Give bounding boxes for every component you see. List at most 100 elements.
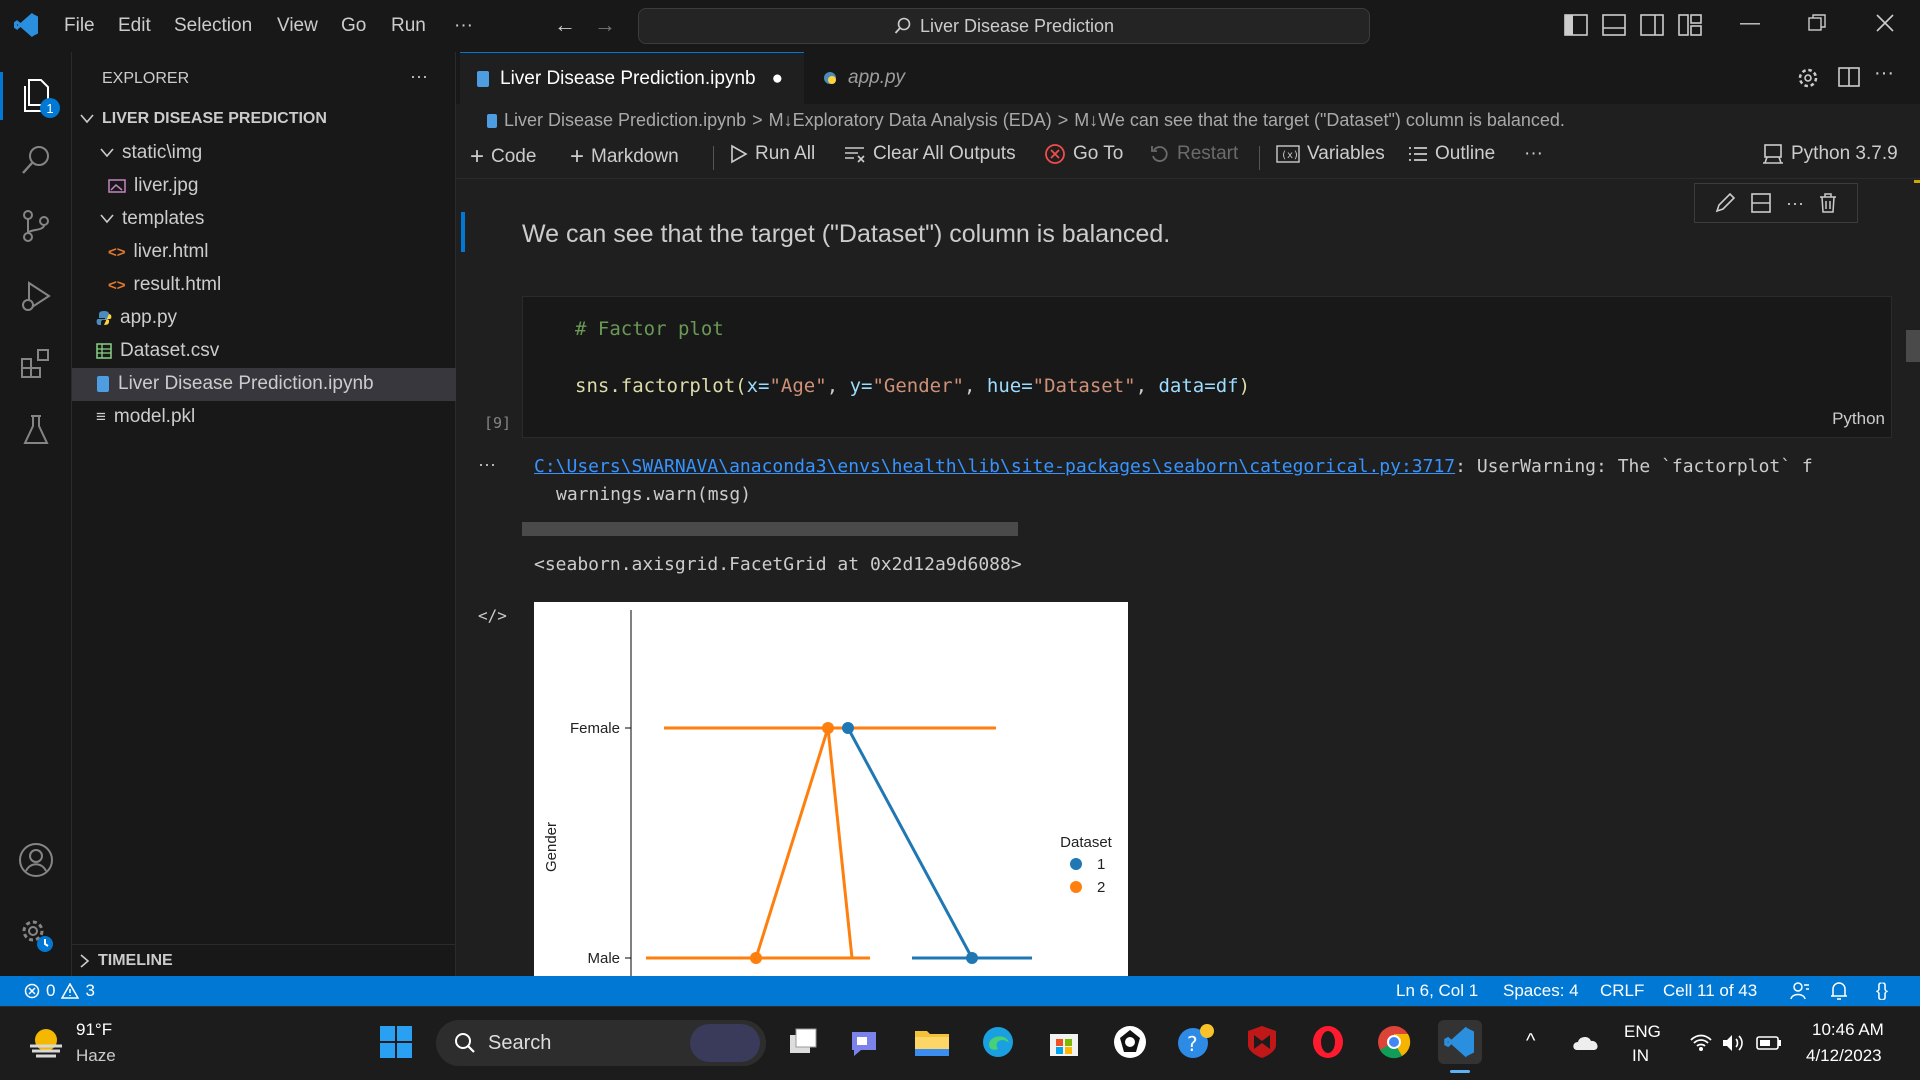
- help-tips-icon[interactable]: ?: [1174, 1020, 1218, 1064]
- breadcrumb-cell[interactable]: M↓We can see that the target ("Dataset")…: [1074, 110, 1565, 131]
- cell-position[interactable]: Cell 11 of 43: [1663, 981, 1757, 1001]
- input-language[interactable]: ENG: [1624, 1022, 1661, 1042]
- windows-start-icon[interactable]: [374, 1020, 418, 1064]
- braces-icon[interactable]: {}: [1876, 980, 1888, 1001]
- cell-more-icon[interactable]: ···: [1786, 193, 1804, 214]
- opera-icon[interactable]: [1306, 1020, 1350, 1064]
- markdown-text[interactable]: We can see that the target ("Dataset") c…: [522, 220, 1170, 249]
- weather-sun-icon[interactable]: [26, 1022, 66, 1062]
- toggle-primary-sidebar-icon[interactable]: [1564, 14, 1588, 36]
- extensions-icon[interactable]: [14, 342, 58, 386]
- toggle-secondary-sidebar-icon[interactable]: [1640, 14, 1664, 36]
- code-punct: ,: [963, 375, 987, 397]
- tab-app-py[interactable]: app.py: [806, 52, 982, 104]
- delete-trash-icon[interactable]: [1818, 192, 1838, 214]
- variables-button[interactable]: (x) Variables: [1276, 143, 1385, 165]
- vscode-taskbar-icon[interactable]: [1438, 1020, 1482, 1064]
- file-explorer-icon[interactable]: [910, 1020, 954, 1064]
- tree-item-model-pkl[interactable]: ≡ model.pkl: [96, 406, 195, 428]
- chevron-up-icon[interactable]: ^: [1526, 1030, 1535, 1053]
- mcafee-icon[interactable]: [1240, 1020, 1284, 1064]
- accounts-icon[interactable]: [14, 838, 58, 882]
- windows-taskbar: [0, 1006, 1920, 1080]
- close-icon[interactable]: [1876, 14, 1894, 32]
- edge-browser-icon[interactable]: [976, 1020, 1020, 1064]
- line-endings[interactable]: CRLF: [1600, 981, 1644, 1001]
- add-code-cell-button[interactable]: + Code: [470, 143, 536, 171]
- tree-item-dataset-csv[interactable]: Dataset.csv: [96, 340, 219, 362]
- taskbar-search[interactable]: Search: [436, 1020, 766, 1066]
- output-mime-icon[interactable]: </>: [478, 606, 507, 625]
- tree-item-notebook[interactable]: Liver Disease Prediction.ipynb: [96, 373, 374, 395]
- notification-bell-icon[interactable]: [1830, 981, 1848, 1001]
- back-arrow-icon[interactable]: ←: [554, 12, 576, 38]
- output-scrollbar[interactable]: [522, 522, 1018, 536]
- clock-time[interactable]: 10:46 AM: [1812, 1020, 1884, 1040]
- split-cell-icon[interactable]: [1750, 192, 1772, 214]
- tree-item-app-py[interactable]: app.py: [96, 307, 177, 329]
- menu-go[interactable]: Go: [341, 15, 366, 37]
- chat-icon[interactable]: [844, 1020, 888, 1064]
- input-region[interactable]: IN: [1632, 1046, 1649, 1066]
- menu-run[interactable]: Run: [391, 15, 426, 37]
- editor-more-icon[interactable]: ···: [1874, 62, 1894, 85]
- editor-scrollbar-thumb[interactable]: [1906, 330, 1920, 362]
- problems-indicator[interactable]: 0 3: [24, 981, 95, 1001]
- edit-pencil-icon[interactable]: [1714, 192, 1736, 214]
- project-folder[interactable]: LIVER DISEASE PREDICTION: [80, 110, 327, 128]
- manage-gear-icon[interactable]: [14, 912, 58, 956]
- app-circle-icon[interactable]: [1108, 1020, 1152, 1064]
- tree-item-templates[interactable]: templates: [100, 208, 204, 230]
- breadcrumb-section[interactable]: M↓Exploratory Data Analysis (EDA): [769, 110, 1052, 131]
- tab-notebook[interactable]: Liver Disease Prediction.ipynb ●: [460, 52, 804, 104]
- tree-item-liver-html[interactable]: <> liver.html: [108, 241, 209, 263]
- source-control-icon[interactable]: [14, 204, 58, 248]
- output-more-icon[interactable]: ···: [478, 454, 496, 475]
- indentation[interactable]: Spaces: 4: [1503, 981, 1579, 1001]
- forward-arrow-icon[interactable]: →: [594, 12, 616, 38]
- tree-item-liver-jpg[interactable]: liver.jpg: [108, 175, 198, 197]
- restart-button[interactable]: Restart: [1150, 143, 1238, 165]
- toolbar-more-icon[interactable]: ···: [1524, 143, 1543, 165]
- tree-item-static[interactable]: static\img: [100, 142, 202, 164]
- search-view-icon[interactable]: [14, 138, 58, 182]
- series-1-point-male: [966, 952, 978, 964]
- minimize-icon[interactable]: —: [1740, 12, 1760, 35]
- code-cell-editor[interactable]: # Factor plot sns.factorplot( x= "Age", y…: [522, 296, 1892, 438]
- task-view-icon[interactable]: [780, 1020, 824, 1064]
- kernel-picker[interactable]: Python 3.7.9: [1762, 143, 1898, 165]
- clear-outputs-button[interactable]: Clear All Outputs: [844, 143, 1016, 165]
- clock-date[interactable]: 4/12/2023: [1806, 1046, 1882, 1066]
- warning-path-link[interactable]: C:\Users\SWARNAVA\anaconda3\envs\health\…: [534, 456, 1455, 477]
- menu-selection[interactable]: Selection: [174, 15, 252, 37]
- testing-icon[interactable]: [14, 408, 58, 452]
- unsaved-dot-icon[interactable]: ●: [772, 68, 783, 90]
- menu-edit[interactable]: Edit: [118, 15, 151, 37]
- feedback-icon[interactable]: [1790, 981, 1810, 1001]
- outline-button[interactable]: Outline: [1408, 143, 1495, 165]
- system-tray[interactable]: [1690, 1034, 1782, 1052]
- timeline-section[interactable]: TIMELINE: [80, 952, 173, 970]
- cursor-position[interactable]: Ln 6, Col 1: [1396, 981, 1478, 1001]
- tree-item-result-html[interactable]: <> result.html: [108, 274, 221, 296]
- menu-view[interactable]: View: [277, 15, 318, 37]
- menu-file[interactable]: File: [64, 15, 95, 37]
- restore-icon[interactable]: [1808, 14, 1826, 32]
- add-markdown-cell-button[interactable]: + Markdown: [570, 143, 679, 171]
- run-debug-icon[interactable]: [14, 274, 58, 318]
- command-center-search[interactable]: Liver Disease Prediction: [638, 8, 1370, 44]
- menu-more[interactable]: ···: [454, 15, 473, 37]
- cell-language-label[interactable]: Python: [1832, 409, 1885, 429]
- onedrive-cloud-icon[interactable]: [1572, 1034, 1600, 1052]
- run-all-button[interactable]: Run All: [730, 143, 815, 165]
- chrome-icon[interactable]: [1372, 1020, 1416, 1064]
- breadcrumb-file[interactable]: Liver Disease Prediction.ipynb: [504, 110, 746, 131]
- customize-layout-icon[interactable]: [1678, 14, 1702, 36]
- explorer-icon[interactable]: 1: [14, 74, 60, 118]
- microsoft-store-icon[interactable]: [1042, 1020, 1086, 1064]
- split-editor-icon[interactable]: [1838, 66, 1860, 88]
- go-to-button[interactable]: Go To: [1044, 143, 1123, 165]
- notebook-settings-gear-icon[interactable]: [1796, 66, 1820, 90]
- toggle-panel-icon[interactable]: [1602, 14, 1626, 36]
- explorer-more-icon[interactable]: ···: [410, 66, 428, 87]
